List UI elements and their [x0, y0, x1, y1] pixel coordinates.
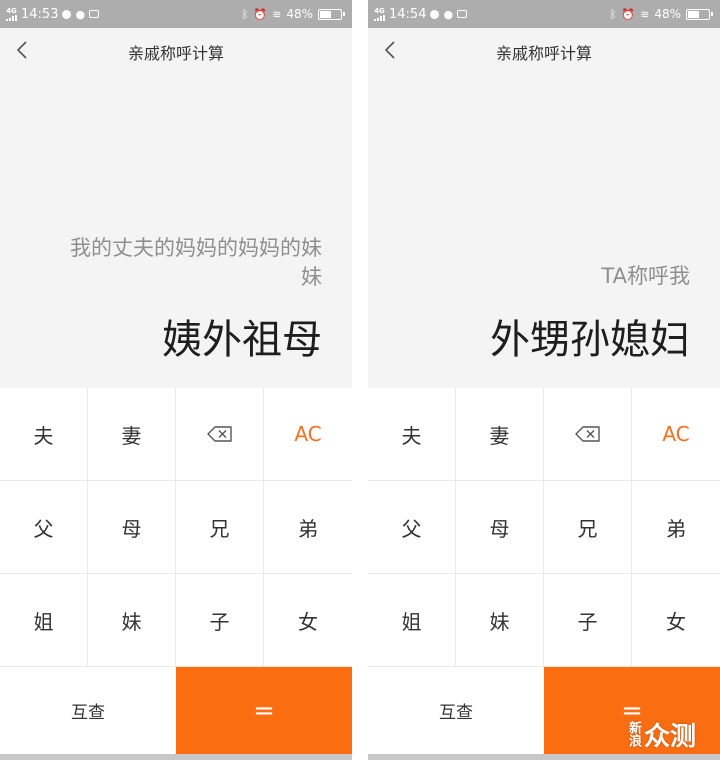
status-time: 14:54: [389, 6, 427, 22]
message-icon: [89, 10, 100, 18]
wechat-icon: ●: [75, 7, 86, 21]
key-husband[interactable]: 夫: [0, 388, 88, 481]
mutual-lookup-button[interactable]: 互查: [0, 667, 176, 754]
key-younger-brother[interactable]: 弟: [632, 481, 720, 574]
key-wife[interactable]: 妻: [88, 388, 176, 481]
key-younger-sister[interactable]: 妹: [456, 574, 544, 667]
backspace-icon: [206, 426, 232, 442]
mutual-lookup-button[interactable]: 互查: [368, 667, 544, 754]
title-bar: 亲戚称呼计算: [0, 28, 352, 72]
alarm-icon: ⏰: [621, 7, 636, 21]
expression-text: TA称呼我: [601, 264, 690, 288]
signal-icon: 4G: [374, 7, 385, 21]
result-text: 姨外祖母: [162, 317, 322, 363]
notification-icon: [430, 9, 440, 19]
title-bar: 亲戚称呼计算: [368, 28, 720, 72]
key-younger-sister[interactable]: 妹: [88, 574, 176, 667]
wifi-icon: ≋: [272, 7, 282, 21]
alarm-icon: ⏰: [253, 7, 268, 21]
bottom-strip: [0, 754, 352, 760]
screenshot-canvas: 4G 14:53 ● ᛒ ⏰ ≋ 48% 亲戚称呼计算 我的丈夫的妈妈的妈妈的妹…: [0, 0, 720, 760]
message-icon: [457, 10, 468, 18]
key-mother[interactable]: 母: [88, 481, 176, 574]
key-son[interactable]: 子: [544, 574, 632, 667]
key-father[interactable]: 父: [368, 481, 456, 574]
display-area: 我的丈夫的妈妈的妈妈的妹 妹 姨外祖母: [0, 72, 352, 388]
clear-button[interactable]: AC: [264, 388, 352, 481]
result-text: 外甥孙媳妇: [490, 317, 690, 363]
status-bar: 4G 14:53 ● ᛒ ⏰ ≋ 48%: [0, 0, 352, 28]
equals-button[interactable]: =: [176, 667, 352, 754]
key-elder-brother[interactable]: 兄: [176, 481, 264, 574]
page-title: 亲戚称呼计算: [127, 44, 224, 63]
wechat-icon: ●: [443, 7, 454, 21]
signal-icon: 4G: [6, 7, 17, 21]
display-area: TA称呼我 外甥孙媳妇: [368, 72, 720, 388]
watermark: 新浪 众测: [626, 712, 718, 756]
status-time: 14:53: [21, 6, 59, 22]
key-elder-brother[interactable]: 兄: [544, 481, 632, 574]
key-elder-sister[interactable]: 姐: [0, 574, 88, 667]
page-title: 亲戚称呼计算: [495, 44, 592, 63]
phone-left: 4G 14:53 ● ᛒ ⏰ ≋ 48% 亲戚称呼计算 我的丈夫的妈妈的妈妈的妹…: [0, 0, 352, 760]
bluetooth-icon: ᛒ: [241, 7, 249, 21]
key-wife[interactable]: 妻: [456, 388, 544, 481]
key-mother[interactable]: 母: [456, 481, 544, 574]
battery-icon: [318, 8, 345, 20]
watermark-seal-text: 新浪: [626, 721, 641, 747]
key-father[interactable]: 父: [0, 481, 88, 574]
watermark-text: 众测: [644, 721, 697, 752]
keypad: 夫 妻 AC 父 母 兄 弟 姐 妹 子 女 互查 =: [368, 388, 720, 760]
watermark-seal: 新浪: [626, 721, 641, 747]
delete-button[interactable]: [176, 388, 264, 481]
key-elder-sister[interactable]: 姐: [368, 574, 456, 667]
backspace-icon: [574, 426, 600, 442]
bluetooth-icon: ᛒ: [609, 7, 617, 21]
notification-icon: [62, 9, 72, 19]
wifi-icon: ≋: [640, 7, 650, 21]
battery-percent: 48%: [286, 7, 313, 21]
key-daughter[interactable]: 女: [632, 574, 720, 667]
key-son[interactable]: 子: [176, 574, 264, 667]
battery-icon: [686, 8, 713, 20]
delete-button[interactable]: [544, 388, 632, 481]
clear-button[interactable]: AC: [632, 388, 720, 481]
key-younger-brother[interactable]: 弟: [264, 481, 352, 574]
battery-percent: 48%: [654, 7, 681, 21]
key-daughter[interactable]: 女: [264, 574, 352, 667]
phone-right: 4G 14:54 ● ᛒ ⏰ ≋ 48% 亲戚称呼计算 TA称呼我 外甥孙媳妇 …: [368, 0, 720, 760]
keypad: 夫 妻 AC 父 母 兄 弟 姐 妹 子 女 互查 =: [0, 388, 352, 760]
expression-text: 我的丈夫的妈妈的妈妈的妹 妹: [70, 236, 322, 289]
status-bar: 4G 14:54 ● ᛒ ⏰ ≋ 48%: [368, 0, 720, 28]
key-husband[interactable]: 夫: [368, 388, 456, 481]
